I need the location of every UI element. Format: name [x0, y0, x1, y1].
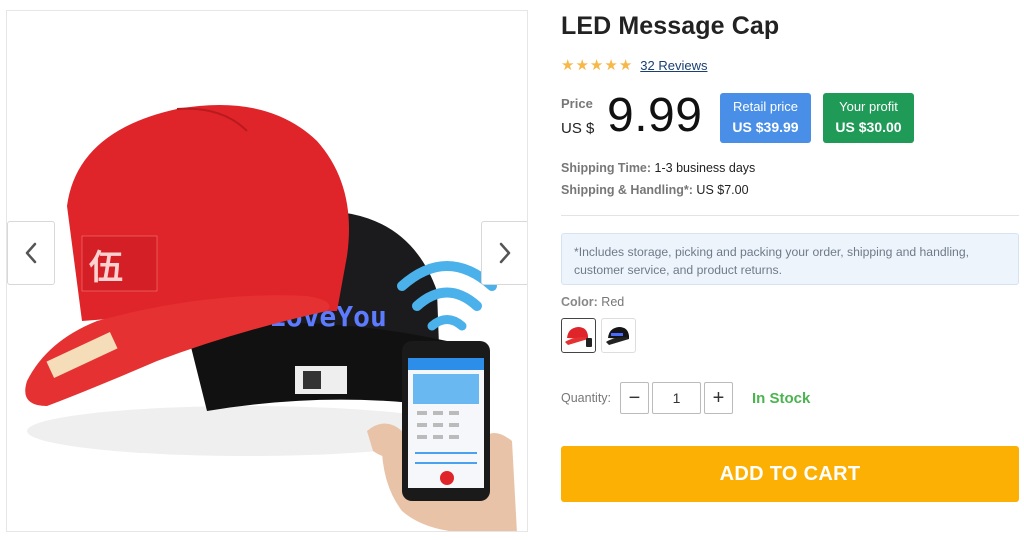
- shipping-time: Shipping Time: 1-3 business days: [561, 161, 755, 175]
- product-title: LED Message Cap: [561, 12, 780, 40]
- shipping-time-label: Shipping Time:: [561, 161, 652, 175]
- star-icon: ★: [618, 57, 633, 74]
- star-rating: ★ ★ ★ ★ ★: [561, 58, 632, 73]
- shipping-note: *Includes storage, picking and packing y…: [561, 233, 1019, 285]
- profit-value: US $30.00: [835, 119, 902, 135]
- quantity-input[interactable]: [652, 382, 701, 414]
- svg-text:伍: 伍: [89, 248, 123, 288]
- black-cap-thumbnail: [605, 326, 629, 345]
- price-value: 9.99: [607, 89, 703, 142]
- stock-status: In Stock: [752, 390, 811, 407]
- star-icon: ★: [575, 57, 589, 74]
- swatch-black[interactable]: [601, 318, 636, 353]
- product-gallery: ILoveYou 伍: [6, 10, 528, 532]
- retail-price-badge: Retail price US $39.99: [720, 93, 811, 143]
- quantity-label: Quantity:: [561, 391, 612, 405]
- profit-label: Your profit: [839, 99, 898, 114]
- swatch-red[interactable]: [561, 318, 596, 353]
- retail-price-value: US $39.99: [732, 119, 799, 135]
- gallery-next-button[interactable]: [481, 221, 527, 285]
- price-currency: US $: [561, 120, 595, 137]
- add-to-cart-button[interactable]: ADD TO CART: [561, 446, 1019, 502]
- shipping-handling: Shipping & Handling*: US $7.00: [561, 183, 749, 197]
- shipping-handling-label: Shipping & Handling*:: [561, 183, 693, 197]
- price-label: Price: [561, 96, 593, 111]
- shipping-time-value: 1-3 business days: [654, 161, 756, 175]
- star-icon: ★: [589, 57, 604, 74]
- product-info: LED Message Cap ★ ★ ★ ★ ★ 32 Reviews Pri…: [561, 0, 1019, 540]
- star-icon: ★: [604, 57, 618, 74]
- quantity-increment-button[interactable]: +: [704, 382, 733, 414]
- quantity-decrement-button[interactable]: −: [620, 382, 649, 414]
- shipping-handling-value: US $7.00: [696, 183, 749, 197]
- product-image: ILoveYou 伍: [25, 105, 517, 531]
- retail-price-label: Retail price: [732, 99, 799, 114]
- chevron-right-icon: [499, 242, 511, 264]
- star-icon: ★: [561, 57, 575, 74]
- chevron-left-icon: [25, 242, 37, 264]
- color-label: Color:: [561, 295, 598, 309]
- red-cap-thumbnail: [564, 326, 592, 347]
- color-value: Red: [601, 295, 625, 309]
- profit-badge: Your profit US $30.00: [823, 93, 914, 143]
- divider: [561, 215, 1019, 216]
- gallery-prev-button[interactable]: [7, 221, 55, 285]
- reviews-link[interactable]: 32 Reviews: [640, 58, 707, 73]
- color-selector-label: Color: Red: [561, 295, 624, 309]
- rating: ★ ★ ★ ★ ★ 32 Reviews: [561, 58, 707, 73]
